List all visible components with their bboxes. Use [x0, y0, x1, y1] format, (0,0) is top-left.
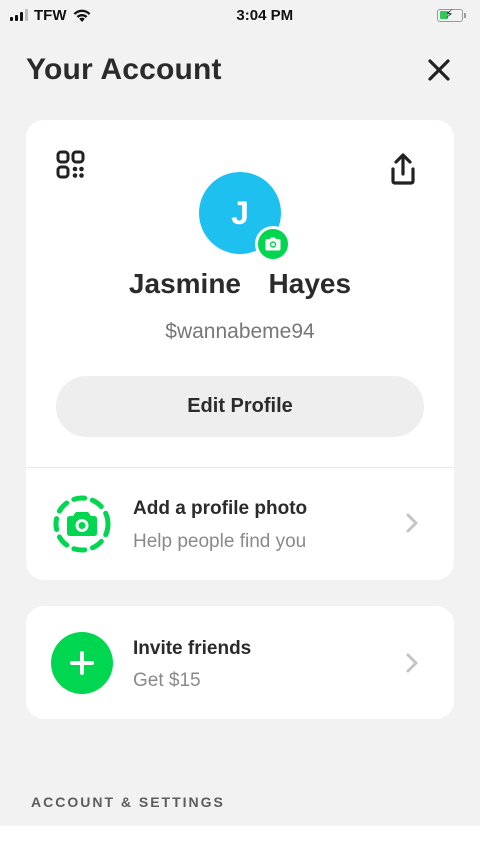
qr-code-icon [56, 150, 85, 179]
chevron-right-icon [406, 653, 418, 673]
profile-card: J Jasmine Hayes $wannabeme94 Edit Profil… [26, 120, 454, 580]
wifi-icon [74, 9, 91, 22]
header: Your Account [26, 50, 454, 90]
chevron-right-icon [406, 513, 418, 533]
plus-glyph [70, 651, 94, 675]
share-button[interactable] [388, 152, 418, 186]
invite-card: Invite friends Get $15 [26, 606, 454, 719]
avatar-initial: J [231, 194, 249, 231]
invite-subtitle: Get $15 [133, 670, 201, 691]
camera-icon [265, 237, 281, 251]
invite-friends-row[interactable]: Invite friends Get $15 [26, 606, 454, 719]
add-photo-camera-icon [53, 495, 111, 553]
share-icon [391, 153, 415, 185]
add-profile-photo-row[interactable]: Add a profile photo Help people find you [26, 468, 454, 580]
add-photo-subtitle: Help people find you [133, 531, 307, 552]
plus-icon [51, 632, 113, 694]
edit-profile-button[interactable]: Edit Profile [56, 376, 424, 437]
close-button[interactable] [424, 55, 454, 85]
close-icon [428, 59, 450, 81]
clock: 3:04 PM [236, 6, 294, 24]
signal-icon [10, 9, 28, 21]
add-photo-title: Add a profile photo [133, 498, 308, 519]
invite-title: Invite friends [133, 638, 252, 659]
charging-bolt-icon: ⚡ [445, 6, 454, 21]
profile-handle: $wannabeme94 [165, 320, 315, 343]
status-bar: TFW 3:04 PM ⚡ [0, 0, 480, 30]
battery-icon: ⚡ [437, 6, 466, 22]
status-left: TFW [10, 7, 92, 24]
qr-code-button[interactable] [56, 150, 88, 182]
avatar-camera-button[interactable] [255, 226, 291, 262]
settings-list-top [0, 826, 480, 854]
carrier-label: TFW [34, 6, 67, 24]
page-title: Your Account [26, 53, 222, 86]
profile-name: Jasmine Hayes [128, 268, 352, 299]
section-label-account-settings: ACCOUNT & SETTINGS [31, 794, 225, 810]
